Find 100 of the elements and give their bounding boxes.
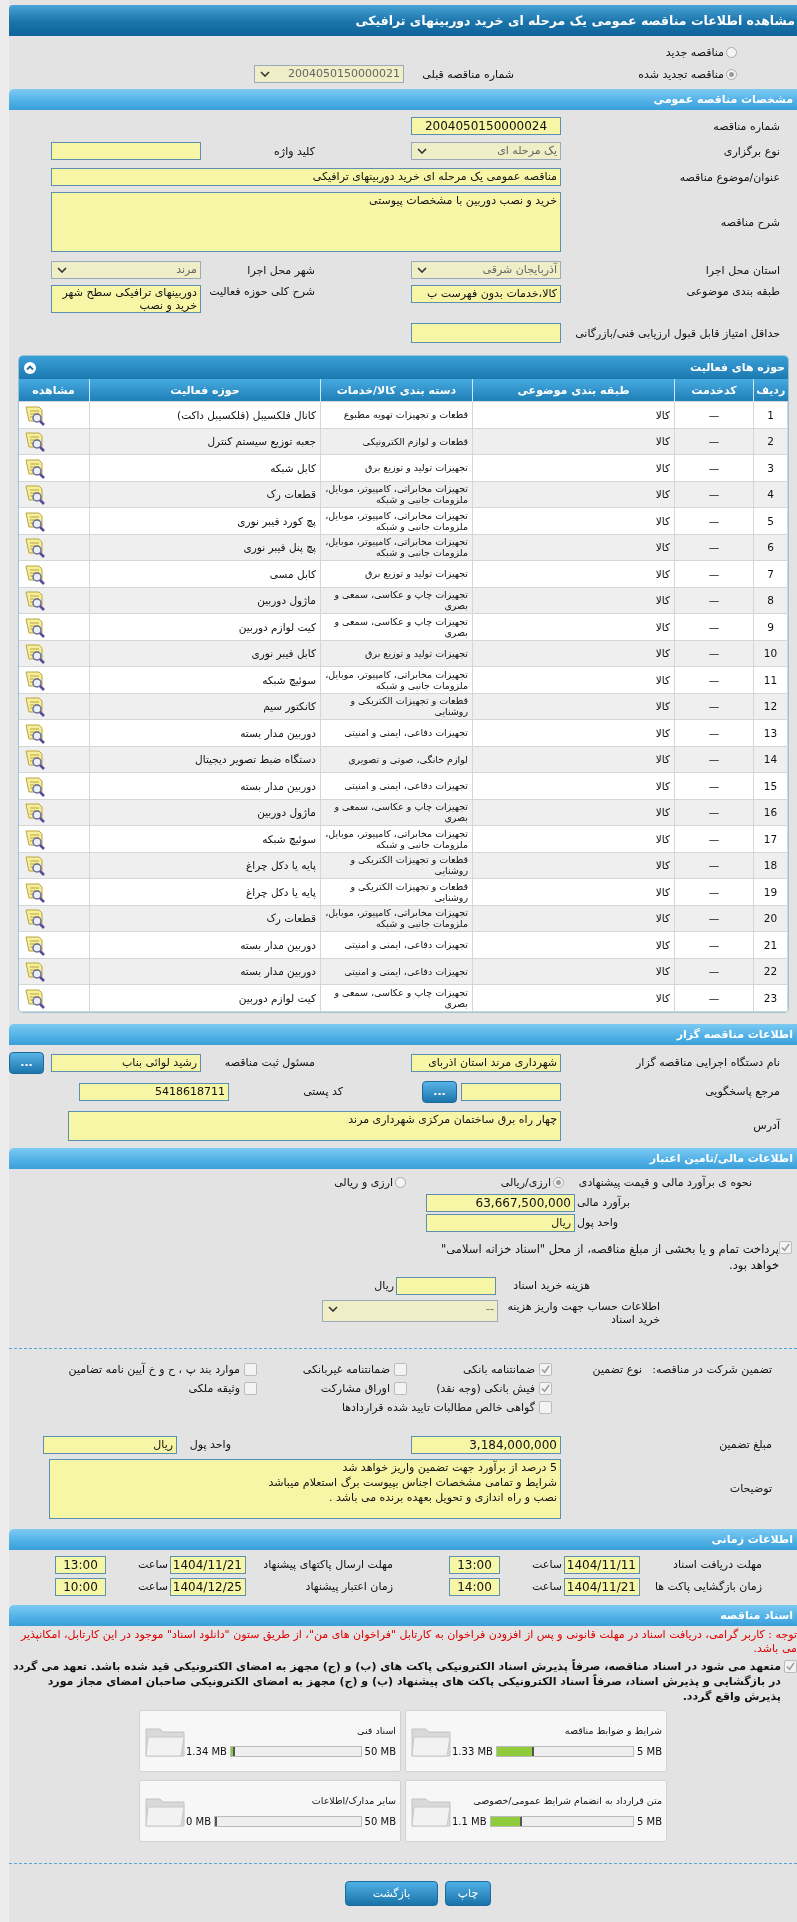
input-field[interactable]: شهرداری مرند استان اذربای — [411, 1053, 561, 1072]
checkbox[interactable] — [539, 1381, 552, 1395]
time-field[interactable]: 10:00 — [55, 1577, 106, 1596]
input-field[interactable] — [411, 323, 561, 343]
input-field[interactable]: 3,184,000,000 — [411, 1435, 561, 1454]
section-header: اسناد مناقصه — [9, 1604, 797, 1626]
view-document-icon[interactable] — [24, 880, 46, 903]
select-field[interactable]: یک مرحله ای — [411, 142, 561, 160]
checkbox[interactable] — [394, 1381, 407, 1395]
view-document-icon[interactable] — [24, 721, 46, 744]
browse-button[interactable]: ... — [9, 1051, 44, 1074]
date-field[interactable]: 1404/11/11 — [564, 1555, 640, 1574]
radio-button[interactable] — [553, 1177, 564, 1188]
field-label: عنوان/موضوع مناقصه — [678, 170, 780, 184]
view-document-icon[interactable] — [24, 562, 46, 585]
radio-button[interactable] — [726, 68, 737, 80]
view-document-icon[interactable] — [24, 695, 46, 718]
unit-label: ریال — [374, 1279, 394, 1292]
view-document-icon[interactable] — [24, 403, 46, 426]
input-field[interactable] — [461, 1082, 561, 1101]
checkbox-label: وثیقه ملکی — [188, 1381, 240, 1395]
caret-icon — [417, 148, 427, 154]
view-document-icon[interactable] — [24, 668, 46, 691]
checkbox[interactable] — [539, 1362, 552, 1376]
table-cell: — — [674, 719, 754, 746]
field-label: حداقل امتیاز قابل قبول ارزیابی فنی/بازرگانی — [574, 326, 780, 340]
view-document-icon[interactable] — [24, 986, 46, 1009]
table-cell: 9 — [753, 613, 788, 640]
document-name: اسناد فنی — [356, 1724, 396, 1736]
input-field[interactable] — [396, 1276, 496, 1295]
select-field[interactable]: مرند — [51, 261, 201, 279]
view-document-icon[interactable] — [24, 642, 46, 665]
view-document-icon[interactable] — [24, 536, 46, 559]
print-button[interactable]: چاپ — [445, 1880, 491, 1906]
checkbox-label: اوراق مشارکت — [320, 1381, 390, 1395]
checkbox[interactable] — [394, 1362, 407, 1376]
checkbox[interactable] — [244, 1362, 257, 1376]
view-document-icon[interactable] — [24, 483, 46, 506]
view-document-icon[interactable] — [24, 801, 46, 824]
checkbox[interactable] — [539, 1400, 552, 1414]
text-area[interactable]: چهار راه برق ساختمان مرکزی شهرداری مرند — [68, 1110, 561, 1141]
browse-button[interactable]: ... — [422, 1080, 457, 1103]
collapse-icon[interactable] — [24, 361, 36, 374]
view-document-icon[interactable] — [24, 960, 46, 983]
input-field[interactable] — [51, 142, 201, 160]
view-document-icon[interactable] — [24, 748, 46, 771]
text-area[interactable]: دوربینهای ترافیکی سطح شهر خرید و نصب — [51, 285, 201, 313]
date-field[interactable]: 1404/11/21 — [170, 1555, 246, 1574]
input-field[interactable]: ریال — [43, 1435, 177, 1454]
field-label: طبقه بندی موضوعی — [685, 285, 780, 298]
select-field[interactable]: آذربایجان شرقی — [411, 261, 561, 279]
view-document-icon[interactable] — [24, 907, 46, 930]
input-field[interactable]: مناقصه عمومی یک مرحله ای خرید دوربینهای ترافیکی — [51, 168, 561, 186]
view-document-icon[interactable] — [24, 854, 46, 877]
input-field[interactable]: کالا،خدمات بدون فهرست ب — [411, 285, 561, 303]
field-label: شماره مناقصه — [712, 119, 780, 133]
date-field[interactable]: 1404/11/21 — [564, 1577, 640, 1596]
input-field[interactable]: رشید لوائی بناب — [51, 1053, 201, 1072]
text-area[interactable]: 5 درصد از برآورد جهت تضمین واریز خواهد شد شرایط و تمامی مشخصات اجناس بپیوست برگ استعلام میباشد نصب و راه اندازی و تحویل بعهده برنده می باشد . — [49, 1458, 561, 1519]
table-cell: — — [674, 825, 754, 852]
checkbox[interactable] — [244, 1381, 257, 1395]
input-field[interactable]: 63,667,500,000 — [426, 1193, 575, 1212]
radio-button[interactable] — [726, 46, 737, 58]
view-document-icon[interactable] — [24, 456, 46, 479]
select-field[interactable]: 2004050150000021 — [254, 65, 404, 83]
field-label: مرجع پاسخگویی — [704, 1085, 780, 1098]
field-label: توضیحات — [728, 1482, 772, 1495]
select-field[interactable]: -- — [322, 1299, 498, 1322]
view-document-icon[interactable] — [24, 430, 46, 453]
back-button[interactable]: بازگشت — [345, 1880, 438, 1906]
time-field[interactable]: 13:00 — [449, 1555, 500, 1574]
table-cell: — — [674, 666, 754, 693]
date-field[interactable]: 1404/12/25 — [170, 1577, 246, 1596]
table-cell: — — [674, 640, 754, 667]
input-field[interactable]: 5418618711 — [79, 1082, 229, 1101]
radio-button[interactable] — [395, 1177, 406, 1188]
input-field[interactable]: ریال — [426, 1213, 575, 1232]
checkbox[interactable] — [779, 1240, 792, 1254]
table-cell: تجهیزات تولید و توزیع برق — [320, 640, 473, 667]
table-cell: تجهیزات دفاعی، ایمنی و امنیتی — [320, 931, 473, 958]
column-header: ردیف — [753, 379, 788, 402]
view-document-icon[interactable] — [24, 933, 46, 956]
text-area[interactable]: خرید و نصب دوربین با مشخصات پیوستی — [51, 192, 561, 252]
view-document-icon[interactable] — [24, 589, 46, 612]
time-field[interactable]: 13:00 — [55, 1555, 106, 1574]
size-limit-text: 50 MB — [364, 1745, 396, 1757]
input-field[interactable]: 2004050150000024 — [411, 117, 561, 135]
time-field[interactable]: 14:00 — [449, 1577, 500, 1596]
view-document-icon[interactable] — [24, 827, 46, 850]
table-cell: — — [674, 481, 754, 508]
table-cell: دستگاه ضبط تصویر دیجیتال — [89, 746, 321, 773]
checkbox-label: گواهی خالص مطالبات تایید شده قراردادها — [341, 1400, 535, 1414]
view-document-icon[interactable] — [24, 615, 46, 638]
view-document-icon[interactable] — [24, 774, 46, 797]
table-cell: — — [674, 613, 754, 640]
view-document-icon[interactable] — [24, 509, 46, 532]
notice-text: توجه : کاربر گرامی، دریافت اسناد در مهلت قانونی و پس از افزودن فراخوان به کارتابل "فراخوان های من"، از طریق ستون "دانلود اسناد" موجود در این کارتابل، امکانپذیر می باشد. — [19, 1627, 797, 1656]
field-label: زمان اعتبار پیشنهاد — [304, 1580, 393, 1593]
table-cell: دوربین مدار بسته — [89, 772, 321, 799]
checkbox[interactable] — [784, 1659, 797, 1673]
